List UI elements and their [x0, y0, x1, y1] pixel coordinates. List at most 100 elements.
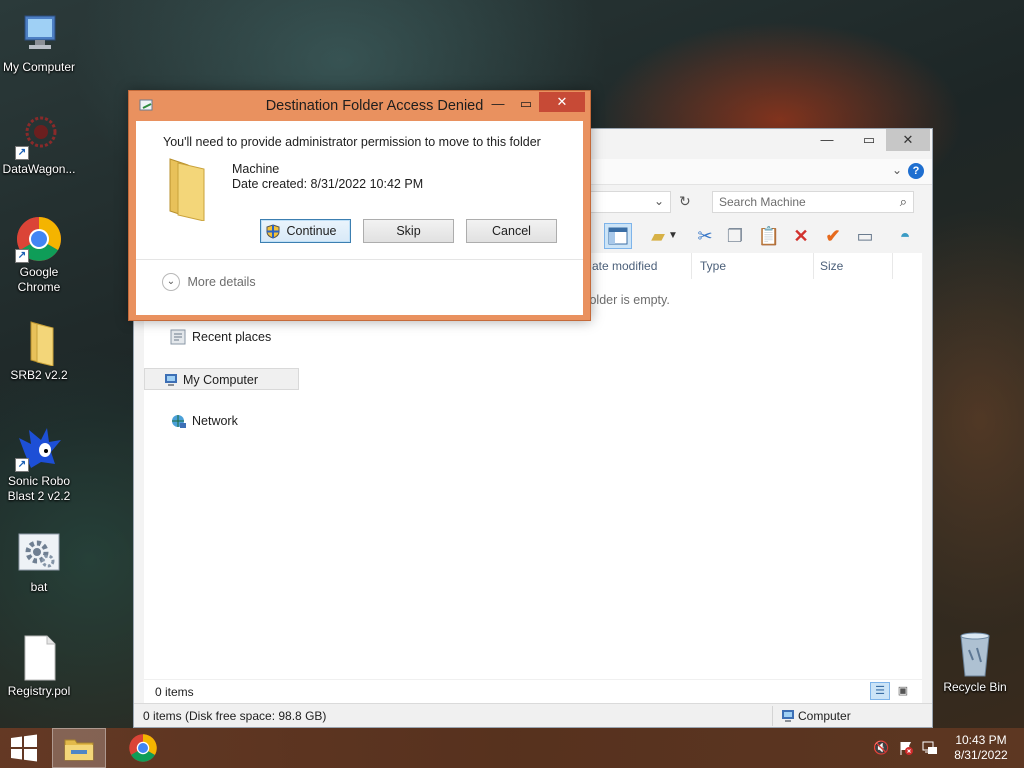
- search-icon: ⌕: [899, 194, 907, 209]
- recent-places-icon: [170, 329, 186, 345]
- desktop-icon-label: Recycle Bin: [943, 680, 1007, 694]
- computer-icon: [15, 10, 63, 58]
- minimize-button[interactable]: —: [810, 129, 844, 151]
- skip-button[interactable]: Skip: [363, 219, 454, 243]
- column-divider: [813, 253, 814, 279]
- column-header-size[interactable]: Size: [820, 259, 843, 273]
- computer-icon: [163, 372, 179, 388]
- taskbar-google-chrome[interactable]: [116, 728, 170, 768]
- refresh-icon[interactable]: ↻: [679, 193, 691, 210]
- taskbar-file-explorer[interactable]: [52, 728, 106, 768]
- expand-ribbon-icon[interactable]: ⌄: [892, 163, 902, 177]
- properties-check-icon[interactable]: ✔: [819, 223, 847, 249]
- items-bar: 0 items ☰ ▣: [144, 679, 922, 703]
- volume-muted-icon[interactable]: 🔇: [873, 740, 889, 756]
- clock-time: 10:43 PM: [955, 733, 1007, 747]
- close-button[interactable]: ✕: [886, 129, 930, 151]
- preview-pane-icon[interactable]: [604, 223, 632, 249]
- status-location: Computer: [798, 709, 851, 723]
- cancel-button[interactable]: Cancel: [466, 219, 557, 243]
- address-row: ⌄ ↻ Search Machine ⌕: [589, 189, 932, 215]
- folder-icon: [166, 155, 210, 224]
- rename-icon[interactable]: ▭: [851, 223, 879, 249]
- folder-name: Machine: [232, 162, 280, 176]
- desktop-icon-datawagon[interactable]: ↗ DataWagon...: [0, 112, 78, 177]
- continue-label: Continue: [286, 224, 337, 238]
- taskbar: 🔇 10:43 PM 8/31/2022: [0, 728, 1024, 768]
- dropdown-arrow-icon[interactable]: ▼: [666, 223, 680, 249]
- status-disk-space: 0 items (Disk free space: 98.8 GB): [143, 709, 327, 723]
- delete-icon[interactable]: ✕: [787, 223, 815, 249]
- desktop-icon-recycle-bin[interactable]: Recycle Bin: [936, 630, 1014, 695]
- address-dropdown-icon[interactable]: ⌄: [654, 194, 664, 208]
- nav-label: Network: [192, 414, 238, 428]
- explorer-toolbar: ▰ ▼ ✂ ❐ 📋 ✕ ✔ ▭ ◓: [589, 219, 932, 253]
- cut-icon[interactable]: ✂: [691, 223, 719, 249]
- desktop-icon-srb2-folder[interactable]: SRB2 v2.2: [0, 318, 78, 383]
- network-tray-icon[interactable]: [922, 740, 938, 759]
- nav-label: My Computer: [183, 373, 259, 387]
- desktop-icon-label: Google Chrome: [17, 265, 61, 294]
- maximize-button[interactable]: ▭: [852, 129, 886, 151]
- copy-icon[interactable]: ❐: [721, 223, 749, 249]
- shortcut-arrow-icon: ↗: [15, 146, 29, 160]
- clock[interactable]: 10:43 PM 8/31/2022: [946, 733, 1016, 763]
- desktop-icon-bat[interactable]: bat: [0, 530, 78, 595]
- uac-shield-icon: [266, 224, 280, 246]
- desktop-icon-label: My Computer: [2, 60, 76, 74]
- paste-icon[interactable]: 📋: [755, 223, 783, 249]
- file-icon: [15, 634, 63, 682]
- windows-logo-icon: [11, 734, 37, 762]
- sonic-icon: ↗: [15, 424, 63, 472]
- dialog-close-button[interactable]: ✕: [539, 92, 585, 112]
- search-input[interactable]: Search Machine ⌕: [712, 191, 914, 213]
- datawagon-icon: ↗: [15, 112, 63, 160]
- desktop-icon-registry-pol[interactable]: Registry.pol: [0, 634, 78, 699]
- nav-item-my-computer[interactable]: My Computer: [144, 368, 299, 390]
- desktop-icon-label: Registry.pol: [7, 684, 71, 698]
- desktop-icon-google-chrome[interactable]: ↗ Google Chrome: [0, 215, 78, 295]
- shell-icon[interactable]: ◓: [891, 223, 919, 249]
- action-center-flag-icon[interactable]: [898, 740, 914, 759]
- start-button[interactable]: [0, 728, 48, 768]
- gear-file-icon: [15, 530, 63, 578]
- more-details-label: More details: [187, 275, 256, 289]
- shortcut-arrow-icon: ↗: [15, 249, 29, 263]
- desktop-icon-sonic-robo-blast[interactable]: ↗ Sonic Robo Blast 2 v2.2: [0, 424, 78, 504]
- desktop-icon-label: bat: [30, 580, 48, 594]
- computer-icon: [780, 708, 796, 727]
- help-icon[interactable]: ?: [908, 163, 924, 179]
- folder-date-created: Date created: 8/31/2022 10:42 PM: [232, 177, 424, 191]
- nav-label: Recent places: [192, 330, 272, 344]
- more-details-toggle[interactable]: ⌄ More details: [162, 273, 256, 291]
- chrome-icon: [129, 734, 157, 762]
- nav-item-network[interactable]: Network: [154, 410, 308, 432]
- desktop-icon-my-computer[interactable]: My Computer: [0, 10, 78, 75]
- network-icon: [170, 413, 186, 429]
- desktop-icon-label: SRB2 v2.2: [10, 368, 68, 382]
- shortcut-arrow-icon: ↗: [15, 458, 29, 472]
- desktop-icon-label: Sonic Robo Blast 2 v2.2: [7, 474, 71, 503]
- dialog-message: You'll need to provide administrator per…: [163, 135, 541, 149]
- chevron-down-icon: ⌄: [162, 273, 180, 291]
- ribbon-bar: ⌄ ?: [589, 159, 932, 185]
- column-divider: [892, 253, 893, 279]
- clock-date: 8/31/2022: [954, 748, 1008, 762]
- desktop-icon-label: DataWagon...: [2, 162, 76, 176]
- nav-item-recent-places[interactable]: Recent places: [154, 326, 308, 348]
- continue-button[interactable]: Continue: [260, 219, 351, 243]
- details-view-icon[interactable]: ☰: [870, 682, 890, 700]
- column-header-type[interactable]: Type: [700, 259, 726, 273]
- status-bar: 0 items (Disk free space: 98.8 GB) Compu…: [134, 703, 932, 727]
- column-divider: [691, 253, 692, 279]
- address-bar[interactable]: ⌄: [589, 191, 671, 213]
- dialog-separator: [136, 259, 583, 260]
- column-header-date-modified[interactable]: ate modified: [592, 259, 657, 273]
- file-explorer-icon: [64, 739, 94, 761]
- access-denied-dialog: Destination Folder Access Denied — ▭ ✕ Y…: [128, 90, 591, 321]
- recycle-bin-icon: [951, 630, 999, 678]
- dialog-maximize-button[interactable]: ▭: [509, 93, 543, 115]
- item-count: 0 items: [155, 685, 194, 699]
- search-placeholder: Search Machine: [719, 195, 806, 209]
- large-icons-view-icon[interactable]: ▣: [894, 682, 912, 700]
